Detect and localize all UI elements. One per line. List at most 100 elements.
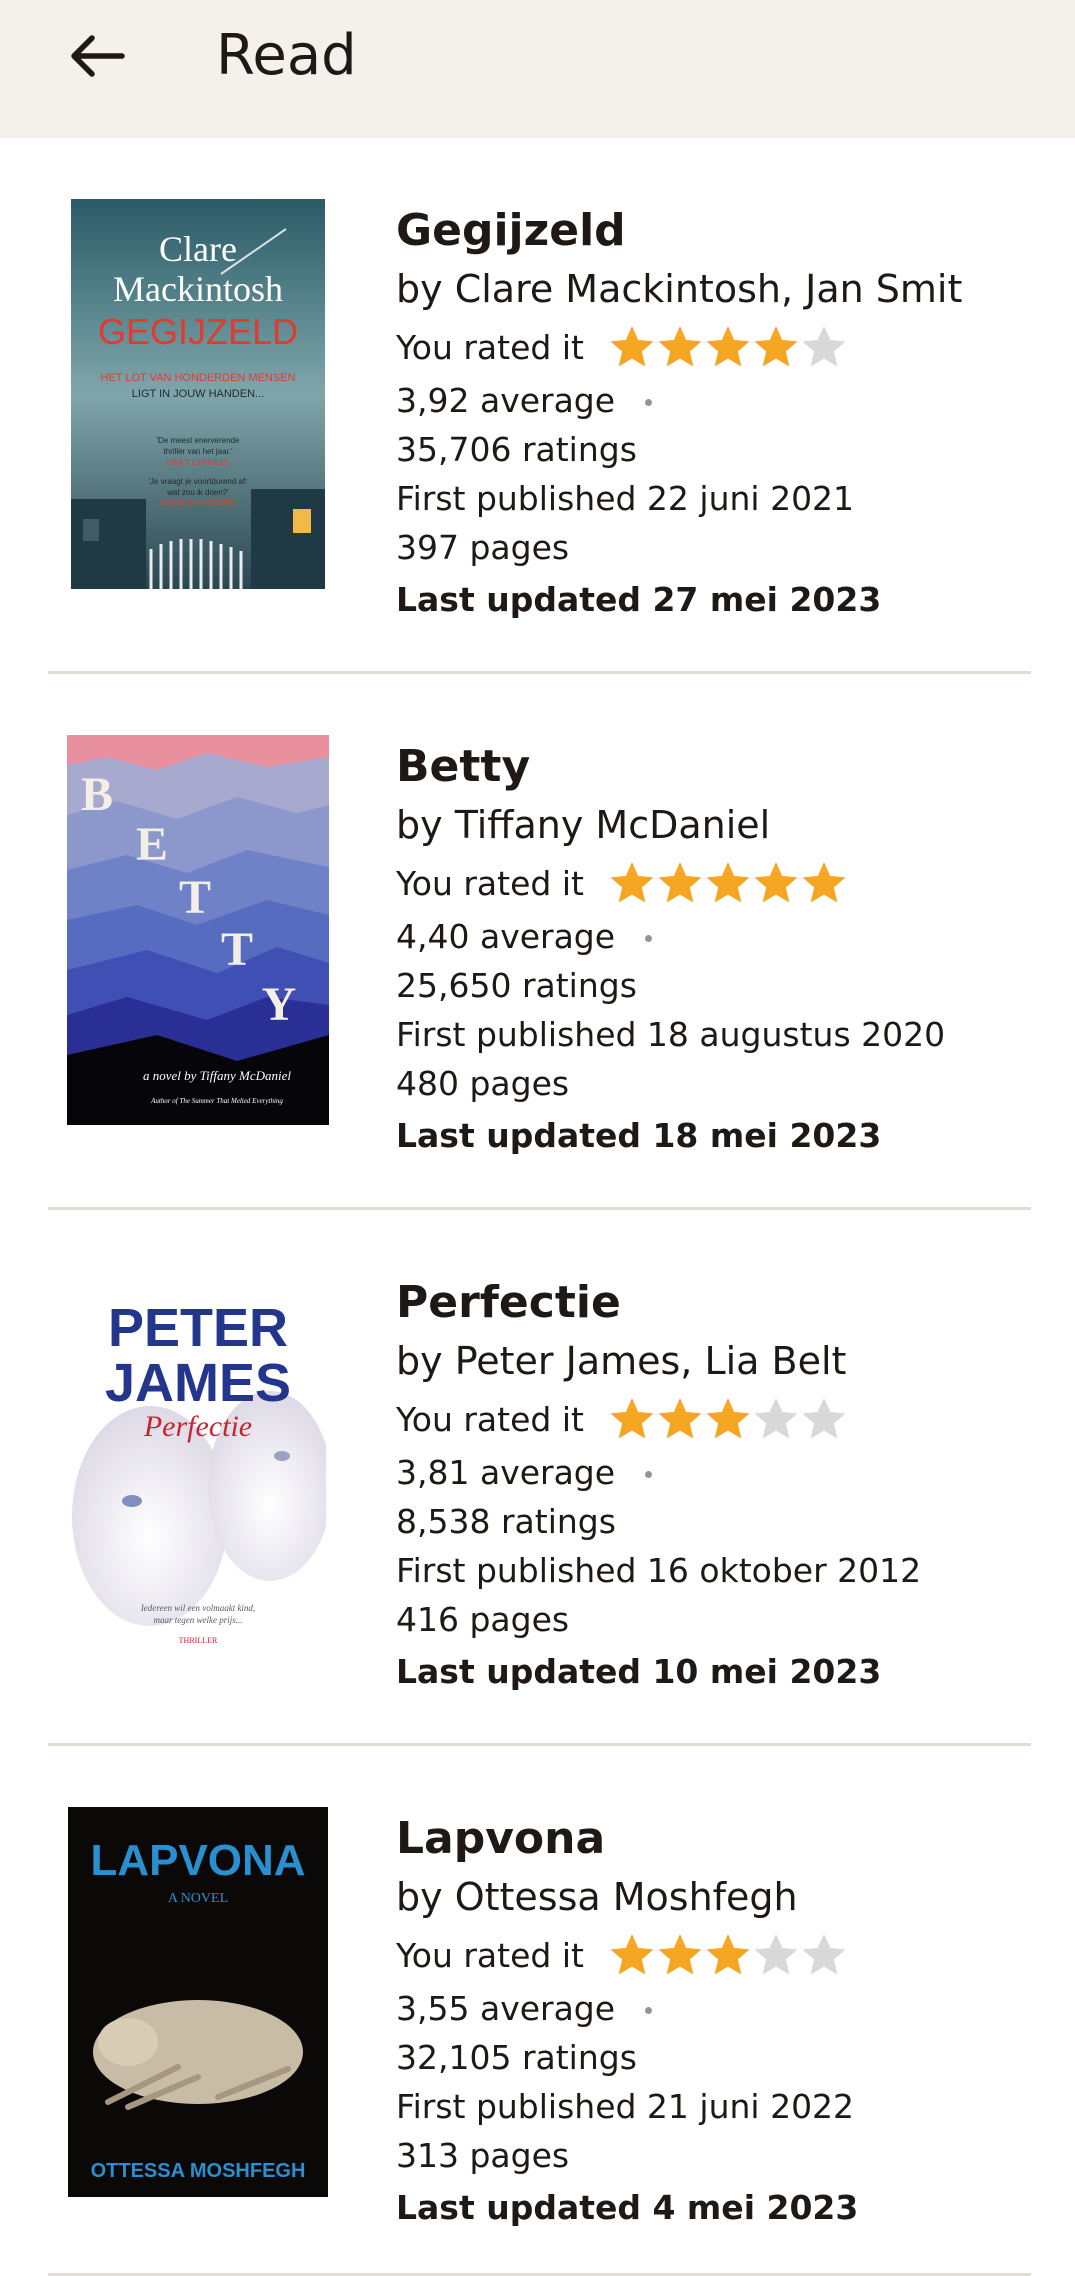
- back-button[interactable]: [58, 18, 134, 94]
- separator-dot: [645, 935, 653, 942]
- book-cover[interactable]: B E T T Y a novel by Tiffany McDaniel Au…: [67, 735, 329, 1125]
- user-star-rating[interactable]: [608, 324, 848, 370]
- average-rating: 4,40 average: [396, 912, 1026, 961]
- book-info: Perfectie by Peter James, Lia Belt You r…: [396, 1274, 1026, 1700]
- cover-byline: Author of The Summer That Melted Everyth…: [150, 1097, 283, 1105]
- cover-author-line2: Mackintosh: [113, 269, 283, 309]
- cover-quote2b: wat zou ik doen?': [166, 488, 229, 497]
- star-filled-icon[interactable]: [752, 860, 800, 906]
- cover-letter-y: Y: [262, 978, 297, 1031]
- last-updated: Last updated 27 mei 2023: [396, 580, 882, 619]
- page-title: Read: [216, 23, 357, 88]
- star-filled-icon[interactable]: [656, 860, 704, 906]
- page-count: 397 pages: [396, 528, 570, 567]
- rated-label: You rated it: [396, 863, 584, 903]
- cover-author-line2: JAMES: [105, 1353, 291, 1413]
- star-empty-icon[interactable]: [800, 1396, 848, 1442]
- book-item[interactable]: LAPVONA A NOVEL OTTESSA MOSHFEGH Lapvona…: [48, 1746, 1031, 2276]
- book-author[interactable]: by Peter James, Lia Belt: [396, 1332, 1026, 1390]
- last-updated: Last updated 4 mei 2023: [396, 2188, 859, 2227]
- star-filled-icon[interactable]: [608, 324, 656, 370]
- star-filled-icon[interactable]: [800, 860, 848, 906]
- book-item[interactable]: PETER JAMES Perfectie Iedereen wil een v…: [48, 1210, 1031, 1746]
- star-filled-icon[interactable]: [752, 324, 800, 370]
- cover-subtitle: a novel by Tiffany McDaniel: [143, 1068, 291, 1083]
- star-filled-icon[interactable]: [704, 1932, 752, 1978]
- book-cover[interactable]: PETER JAMES Perfectie Iedereen wil een v…: [70, 1271, 326, 1661]
- cover-letter-e: E: [136, 818, 168, 871]
- cover-author: OTTESSA MOSHFEGH: [91, 2160, 306, 2182]
- user-rating-row: You rated it: [396, 1390, 1026, 1448]
- cover-author-line1: PETER: [108, 1298, 288, 1358]
- rated-label: You rated it: [396, 1935, 584, 1975]
- book-title[interactable]: Gegijzeld: [396, 202, 1026, 260]
- page-count: 416 pages: [396, 1600, 570, 1639]
- cover-genre: THRILLER: [179, 1636, 218, 1645]
- book-info: Gegijzeld by Clare Mackintosh, Jan Smit …: [396, 202, 1026, 628]
- book-title[interactable]: Betty: [396, 738, 1026, 796]
- book-title[interactable]: Lapvona: [396, 1810, 1026, 1868]
- user-star-rating[interactable]: [608, 1396, 848, 1442]
- star-empty-icon[interactable]: [800, 324, 848, 370]
- cover-letter-t1: T: [179, 871, 211, 924]
- book-author[interactable]: by Ottessa Moshfegh: [396, 1868, 1026, 1926]
- user-star-rating[interactable]: [608, 860, 848, 906]
- cover-quote1src: DAILY EXPRESS: [167, 458, 229, 467]
- star-filled-icon[interactable]: [656, 324, 704, 370]
- cover-subtitle: A NOVEL: [168, 1891, 228, 1906]
- book-item[interactable]: Clare Mackintosh GEGIJZELD HET LOT VAN H…: [48, 138, 1031, 674]
- book-title[interactable]: Perfectie: [396, 1274, 1026, 1332]
- cover-author-line1: Clare: [159, 229, 237, 269]
- cover-quote2src: KARIN SLAUGHTER: [160, 499, 236, 508]
- arrow-left-icon: [71, 35, 125, 77]
- app-bar: Read: [0, 0, 1075, 138]
- rated-label: You rated it: [396, 327, 584, 367]
- ratings-count: 35,706 ratings: [396, 430, 637, 469]
- last-updated: Last updated 18 mei 2023: [396, 1116, 882, 1155]
- ratings-count: 25,650 ratings: [396, 966, 637, 1005]
- star-filled-icon[interactable]: [608, 1932, 656, 1978]
- cover-tagline1: Iedereen wil een volmaakt kind,: [140, 1603, 255, 1613]
- cover-title: LAPVONA: [90, 1836, 305, 1885]
- star-filled-icon[interactable]: [704, 1396, 752, 1442]
- page-count: 480 pages: [396, 1064, 570, 1103]
- first-published: First published 21 juni 2022: [396, 2087, 855, 2126]
- star-filled-icon[interactable]: [704, 324, 752, 370]
- book-cover[interactable]: LAPVONA A NOVEL OTTESSA MOSHFEGH: [68, 1807, 328, 2197]
- user-star-rating[interactable]: [608, 1932, 848, 1978]
- average-rating: 3,55 average: [396, 1984, 1026, 2033]
- user-rating-row: You rated it: [396, 854, 1026, 912]
- cover-letter-t2: T: [221, 923, 253, 976]
- last-updated: Last updated 10 mei 2023: [396, 1652, 882, 1691]
- book-info: Lapvona by Ottessa Moshfegh You rated it…: [396, 1810, 1026, 2236]
- cover-tagline1: HET LOT VAN HONDERDEN MENSEN: [101, 372, 296, 384]
- book-author[interactable]: by Clare Mackintosh, Jan Smit: [396, 260, 1026, 318]
- star-filled-icon[interactable]: [608, 1396, 656, 1442]
- first-published: First published 22 juni 2021: [396, 479, 855, 518]
- star-filled-icon[interactable]: [608, 860, 656, 906]
- cover-letter-b: B: [81, 768, 113, 821]
- star-filled-icon[interactable]: [656, 1932, 704, 1978]
- ratings-count: 8,538 ratings: [396, 1502, 616, 1541]
- book-item[interactable]: B E T T Y a novel by Tiffany McDaniel Au…: [48, 674, 1031, 1210]
- user-rating-row: You rated it: [396, 318, 1026, 376]
- user-rating-row: You rated it: [396, 1926, 1026, 1984]
- cover-tagline2: LIGT IN JOUW HANDEN...: [132, 388, 264, 400]
- book-info: Betty by Tiffany McDaniel You rated it 4…: [396, 738, 1026, 1164]
- separator-dot: [645, 2007, 653, 2014]
- star-empty-icon[interactable]: [752, 1396, 800, 1442]
- star-empty-icon[interactable]: [752, 1932, 800, 1978]
- star-empty-icon[interactable]: [800, 1932, 848, 1978]
- book-cover[interactable]: Clare Mackintosh GEGIJZELD HET LOT VAN H…: [71, 199, 325, 589]
- star-filled-icon[interactable]: [656, 1396, 704, 1442]
- cover-tagline2: maar tegen welke prijs...: [154, 1615, 243, 1625]
- star-filled-icon[interactable]: [704, 860, 752, 906]
- ratings-count: 32,105 ratings: [396, 2038, 637, 2077]
- cover-quote1b: thriller van het jaar.': [163, 447, 233, 456]
- separator-dot: [645, 1471, 653, 1478]
- average-rating: 3,81 average: [396, 1448, 1026, 1497]
- first-published: First published 18 augustus 2020: [396, 1015, 946, 1054]
- page-count: 313 pages: [396, 2136, 570, 2175]
- book-author[interactable]: by Tiffany McDaniel: [396, 796, 1026, 854]
- cover-title: GEGIJZELD: [98, 311, 298, 352]
